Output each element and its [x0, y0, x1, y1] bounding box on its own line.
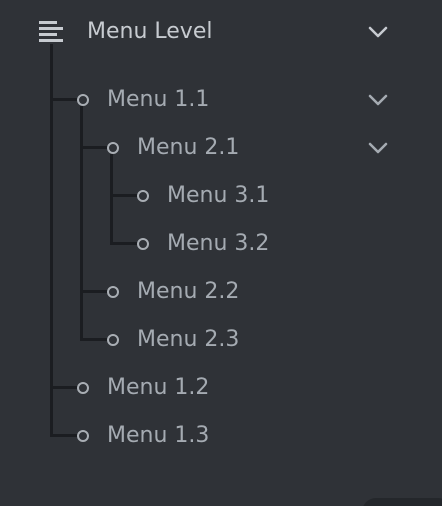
- menu-item-label: Menu 1.1: [107, 87, 210, 112]
- menu-item-1-3[interactable]: Menu 1.3: [0, 414, 442, 458]
- menu-item-label: Menu 3.1: [167, 183, 270, 208]
- menu-item-3-2[interactable]: Menu 3.2: [0, 222, 442, 266]
- chevron-down-icon[interactable]: [368, 94, 388, 106]
- circle-bullet-icon: [137, 238, 149, 250]
- circle-bullet-icon: [77, 94, 89, 106]
- bottom-corner-panel: [362, 498, 442, 506]
- menu-item-label: Menu 1.2: [107, 375, 210, 400]
- circle-bullet-icon: [77, 382, 89, 394]
- chevron-down-icon[interactable]: [368, 142, 388, 154]
- circle-bullet-icon: [107, 286, 119, 298]
- sidebar-menu: Menu Level Menu 1.1 Menu 2.1 Menu 3.1 Me…: [0, 0, 442, 506]
- menu-item-label: Menu 2.1: [137, 135, 240, 160]
- chevron-down-icon[interactable]: [368, 26, 388, 38]
- align-left-icon: [39, 21, 63, 42]
- menu-level-title: Menu Level: [87, 19, 213, 44]
- menu-item-1-2[interactable]: Menu 1.2: [0, 366, 442, 410]
- menu-item-label: Menu 3.2: [167, 231, 270, 256]
- menu-item-2-2[interactable]: Menu 2.2: [0, 270, 442, 314]
- menu-item-2-1[interactable]: Menu 2.1: [0, 126, 442, 170]
- menu-item-1-1[interactable]: Menu 1.1: [0, 78, 442, 122]
- menu-item-2-3[interactable]: Menu 2.3: [0, 318, 442, 362]
- circle-bullet-icon: [107, 334, 119, 346]
- circle-bullet-icon: [107, 142, 119, 154]
- menu-level-header[interactable]: Menu Level: [0, 10, 442, 54]
- menu-item-label: Menu 1.3: [107, 423, 210, 448]
- menu-item-label: Menu 2.3: [137, 327, 240, 352]
- circle-bullet-icon: [77, 430, 89, 442]
- menu-item-label: Menu 2.2: [137, 279, 240, 304]
- circle-bullet-icon: [137, 190, 149, 202]
- menu-item-3-1[interactable]: Menu 3.1: [0, 174, 442, 218]
